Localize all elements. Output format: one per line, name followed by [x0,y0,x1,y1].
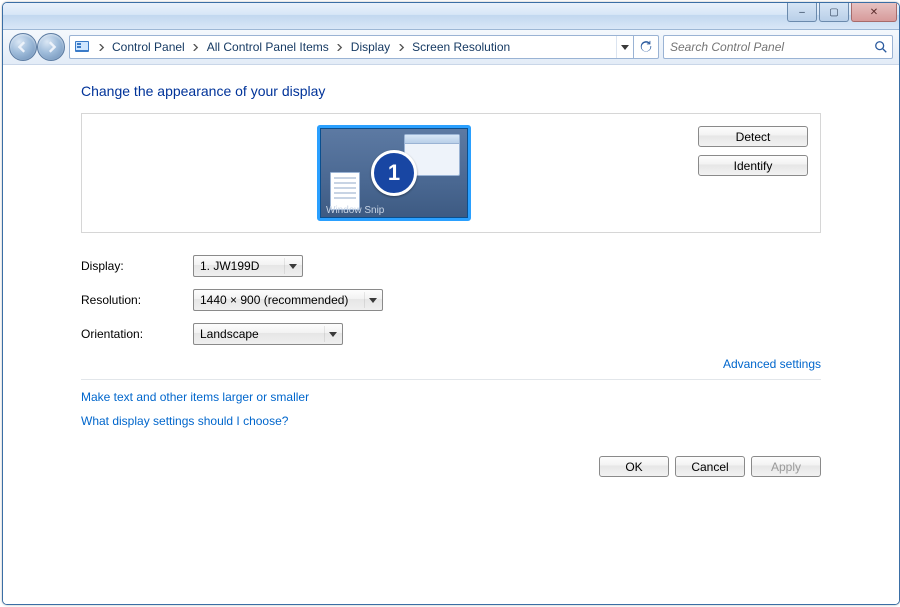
control-panel-icon [72,37,92,57]
display-label: Display: [81,259,193,273]
resolution-row: Resolution: 1440 × 900 (recommended) [81,289,821,311]
advanced-settings-link[interactable]: Advanced settings [723,357,821,371]
monitor-number-badge: 1 [371,150,417,196]
breadcrumb-label: Screen Resolution [408,40,514,54]
apply-button[interactable]: Apply [751,456,821,477]
breadcrumb-label: Display [347,40,394,54]
address-history-dropdown[interactable] [616,36,633,58]
breadcrumb-separator[interactable] [333,36,347,58]
settings-panel: Change the appearance of your display 1 … [81,65,821,604]
display-value: 1. JW199D [200,259,259,273]
breadcrumb-separator[interactable] [394,36,408,58]
chevron-down-icon [324,326,340,342]
minimize-icon: – [799,7,805,18]
dialog-buttons: OK Cancel Apply [81,456,821,477]
settings-form: Display: 1. JW199D Resolution: 1440 × 90… [81,255,821,345]
help-link[interactable]: What display settings should I choose? [81,414,821,428]
forward-arrow-icon [45,41,57,53]
search-input[interactable] [664,36,870,58]
detect-button[interactable]: Detect [698,126,808,147]
address-bar[interactable]: Control Panel All Control Panel Items Di… [69,35,659,59]
breadcrumb-screen-resolution[interactable]: Screen Resolution [408,36,514,58]
resolution-value: 1440 × 900 (recommended) [200,293,348,307]
content-area: Change the appearance of your display 1 … [3,65,899,604]
cancel-button[interactable]: Cancel [675,456,745,477]
minimize-button[interactable]: – [787,3,817,22]
help-links: Make text and other items larger or smal… [81,390,821,428]
close-icon: ✕ [870,7,878,18]
breadcrumb-all-items[interactable]: All Control Panel Items [203,36,333,58]
screen-resolution-window: – ▢ ✕ Control Panel All Control Panel It… [2,2,900,605]
monitor-1[interactable]: 1 Window Snip [317,125,471,221]
forward-button[interactable] [37,33,65,61]
search-icon [870,36,892,58]
breadcrumb-label: Control Panel [108,40,189,54]
separator [81,379,821,380]
orientation-row: Orientation: Landscape [81,323,821,345]
back-arrow-icon [17,41,29,53]
breadcrumb-separator[interactable] [189,36,203,58]
monitor-caption: Window Snip [326,205,384,216]
breadcrumb-display[interactable]: Display [347,36,394,58]
chevron-down-icon [364,292,380,308]
display-preview[interactable]: 1 Window Snip [90,122,698,224]
display-row: Display: 1. JW199D [81,255,821,277]
advanced-row: Advanced settings [81,357,821,371]
orientation-combobox[interactable]: Landscape [193,323,343,345]
orientation-value: Landscape [200,327,259,341]
resolution-combobox[interactable]: 1440 × 900 (recommended) [193,289,383,311]
display-preview-box: 1 Window Snip Detect Identify [81,113,821,233]
identify-button[interactable]: Identify [698,155,808,176]
preview-buttons: Detect Identify [698,122,812,224]
maximize-icon: ▢ [829,7,838,18]
refresh-button[interactable] [633,36,658,58]
nav-arrows [9,33,65,61]
breadcrumb-separator[interactable] [94,36,108,58]
titlebar[interactable]: – ▢ ✕ [3,3,899,30]
back-button[interactable] [9,33,37,61]
close-button[interactable]: ✕ [851,3,897,22]
maximize-button[interactable]: ▢ [819,3,849,22]
breadcrumb-label: All Control Panel Items [203,40,333,54]
resolution-label: Resolution: [81,293,193,307]
breadcrumb-control-panel[interactable]: Control Panel [108,36,189,58]
display-combobox[interactable]: 1. JW199D [193,255,303,277]
page-title: Change the appearance of your display [81,83,821,99]
chevron-down-icon [284,258,300,274]
ok-button[interactable]: OK [599,456,669,477]
text-size-link[interactable]: Make text and other items larger or smal… [81,390,821,404]
refresh-icon [639,40,653,54]
orientation-label: Orientation: [81,327,193,341]
navigation-bar: Control Panel All Control Panel Items Di… [3,30,899,65]
search-box[interactable] [663,35,893,59]
chevron-down-icon [621,45,629,50]
